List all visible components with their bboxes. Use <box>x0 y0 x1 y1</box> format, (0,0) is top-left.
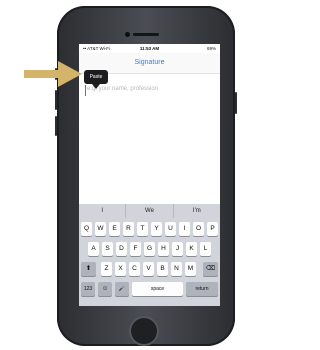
predictive-bar: I We I'm <box>79 204 220 218</box>
key-t[interactable]: T <box>137 222 148 236</box>
delete-key[interactable]: ⌫ <box>203 262 218 276</box>
key-m[interactable]: M <box>185 262 196 276</box>
space-key[interactable]: space <box>132 282 183 296</box>
emoji-key[interactable]: ☺ <box>98 282 112 296</box>
front-camera <box>125 32 130 37</box>
home-button[interactable] <box>129 316 159 346</box>
key-q[interactable]: Q <box>81 222 92 236</box>
numbers-key[interactable]: 123 <box>81 282 95 296</box>
key-i[interactable]: I <box>179 222 190 236</box>
key-y[interactable]: Y <box>151 222 162 236</box>
key-w[interactable]: W <box>95 222 106 236</box>
microphone-icon[interactable]: 🎤 <box>115 282 129 296</box>
key-r[interactable]: R <box>123 222 134 236</box>
status-bar: •• AT&T Wi-Fi 11:53 AM 69% <box>79 44 220 53</box>
return-key[interactable]: return <box>186 282 218 296</box>
earpiece-speaker <box>133 33 159 36</box>
pointer-arrow <box>24 61 82 87</box>
key-v[interactable]: V <box>143 262 154 276</box>
power-button <box>235 92 237 114</box>
keyboard: I We I'm Q W E R T Y U I O P A S D F G H… <box>79 204 220 306</box>
key-x[interactable]: X <box>115 262 126 276</box>
paste-menu-button[interactable]: Paste <box>84 70 108 84</box>
key-e[interactable]: E <box>109 222 120 236</box>
suggestion-1[interactable]: I <box>79 204 125 218</box>
key-g[interactable]: G <box>144 242 155 256</box>
battery-label: 69% <box>206 46 216 51</box>
key-b[interactable]: B <box>157 262 168 276</box>
key-c[interactable]: C <box>129 262 140 276</box>
key-p[interactable]: P <box>207 222 218 236</box>
key-h[interactable]: H <box>158 242 169 256</box>
key-l[interactable]: L <box>200 242 211 256</box>
status-time: 11:53 AM <box>139 46 160 51</box>
text-cursor <box>85 85 87 96</box>
suggestion-3[interactable]: I'm <box>172 204 220 218</box>
arrow-icon <box>24 61 82 87</box>
paste-menu-pointer <box>92 84 100 89</box>
volume-down-button <box>55 116 57 136</box>
key-n[interactable]: N <box>171 262 182 276</box>
key-f[interactable]: F <box>130 242 141 256</box>
key-z[interactable]: Z <box>101 262 112 276</box>
shift-key[interactable]: ⬆ <box>81 262 96 276</box>
key-a[interactable]: A <box>88 242 99 256</box>
key-k[interactable]: K <box>186 242 197 256</box>
volume-up-button <box>55 90 57 110</box>
key-s[interactable]: S <box>102 242 113 256</box>
suggestion-2[interactable]: We <box>125 204 172 218</box>
key-j[interactable]: J <box>172 242 183 256</box>
key-d[interactable]: D <box>116 242 127 256</box>
key-o[interactable]: O <box>193 222 204 236</box>
key-u[interactable]: U <box>165 222 176 236</box>
